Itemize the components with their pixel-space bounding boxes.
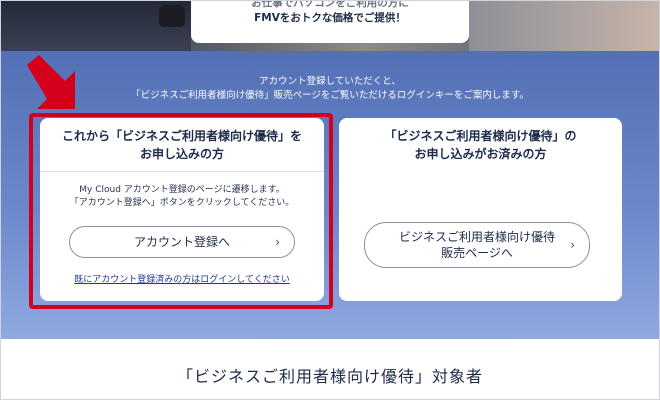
new-application-card: これから「ビジネスご利用者様向け優待」を お申し込みの方 My Cloud アカ…	[40, 118, 324, 301]
intro-text: アカウント登録していただくと、 「ビジネスご利用者様向け優待」販売ページをご覧い…	[1, 75, 659, 103]
existing-application-heading-line2: お申し込みがお済みの方	[414, 147, 547, 161]
existing-application-heading-line1: 「ビジネスご利用者様向け優待」の	[384, 129, 577, 143]
intro-line2: 「ビジネスご利用者様向け優待」販売ページをご覧いただけるログインキーをご案内しま…	[131, 90, 529, 101]
watch-image	[159, 5, 185, 27]
existing-application-heading: 「ビジネスご利用者様向け優待」の お申し込みがお済みの方	[339, 118, 622, 172]
account-register-button-label: アカウント登録へ	[133, 235, 230, 249]
intro-line1: アカウント登録していただくと、	[259, 76, 401, 87]
page-frame: お仕事でパソコンをご利用の方に FMVをおトクな価格でご提供！ アカウント登録し…	[0, 0, 660, 400]
chevron-right-icon: ›	[275, 235, 280, 249]
existing-application-card: 「ビジネスご利用者様向け優待」の お申し込みがお済みの方 ビジネスご利用者様向け…	[339, 118, 622, 301]
account-register-button[interactable]: アカウント登録へ ›	[69, 226, 295, 258]
section-title: 「ビジネスご利用者様向け優待」対象者	[176, 367, 483, 386]
sales-page-button-line2: 販売ページへ	[441, 246, 513, 260]
chevron-right-icon: ›	[570, 238, 575, 252]
new-application-desc-line1: My Cloud アカウント登録のページに遷移します。	[79, 185, 285, 195]
login-key-panel: アカウント登録していただくと、 「ビジネスご利用者様向け優待」販売ページをご覧い…	[1, 51, 659, 339]
new-application-heading: これから「ビジネスご利用者様向け優待」を お申し込みの方	[40, 118, 324, 172]
login-link[interactable]: 既にアカウント登録済みの方はログインしてください	[40, 272, 324, 285]
new-application-heading-line2: お申し込みの方	[139, 147, 224, 161]
hero-caption-line1: お仕事でパソコンをご利用の方に	[251, 0, 409, 9]
hero-photo-right	[469, 1, 659, 51]
new-application-heading-line1: これから「ビジネスご利用者様向け優待」を	[61, 129, 302, 143]
hero-image: お仕事でパソコンをご利用の方に FMVをおトクな価格でご提供！	[1, 1, 659, 51]
new-application-description: My Cloud アカウント登録のページに遷移します。 「アカウント登録へ」ボタ…	[40, 184, 324, 210]
sales-page-button[interactable]: ビジネスご利用者様向け優待 販売ページへ ›	[364, 222, 590, 268]
sales-page-button-line1: ビジネスご利用者様向け優待	[398, 230, 555, 244]
hero-caption-line2: FMVをおトクな価格でご提供！	[254, 12, 406, 24]
new-application-desc-line2: 「アカウント登録へ」ボタンをクリックしてください。	[69, 198, 295, 208]
hero-caption: お仕事でパソコンをご利用の方に FMVをおトクな価格でご提供！	[191, 0, 469, 43]
